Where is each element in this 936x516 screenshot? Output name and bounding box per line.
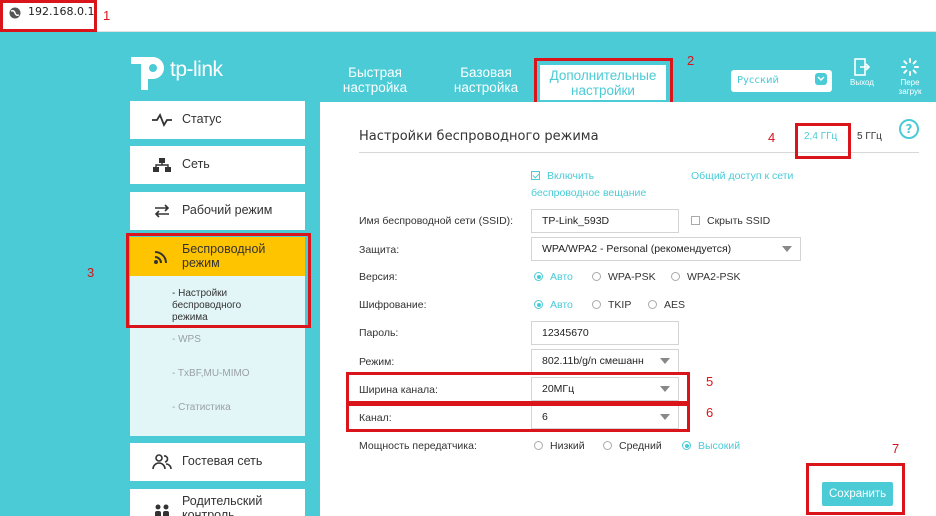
radio-selected-icon [534,300,543,309]
checkbox-checked-icon [531,171,540,180]
encryption-label: Шифрование: [359,299,427,311]
radio-empty-icon [648,300,657,309]
page-title: Настройки беспроводного режима [359,129,599,144]
highlight-box-1 [0,0,97,32]
mode-select[interactable]: 802.11b/g/n смешанн [531,349,679,373]
power-high-radio[interactable]: Высокий [682,440,740,452]
reboot-label: Пере загрук [898,78,922,96]
sidebar-item-label: Гостевая сеть [182,454,263,468]
help-icon[interactable]: ? [899,119,919,139]
highlight-box-4 [795,123,851,159]
annotation-5: 5 [706,374,714,389]
highlight-box-5 [346,372,690,404]
annotation-2: 2 [687,53,695,68]
radio-empty-icon [592,300,601,309]
annotation-6: 6 [706,405,714,420]
radio-selected-icon [534,272,543,281]
caret-down-icon [782,246,792,252]
family-icon [155,504,169,516]
logout-label: Выход [850,78,874,87]
tplink-logo: tp-link [128,50,238,90]
ssid-input[interactable]: TP-Link_593D [531,209,679,233]
chevron-down-icon [815,73,827,85]
radio-empty-icon [603,441,612,450]
version-wpa-psk-radio[interactable]: WPA-PSK [592,271,656,283]
sidebar-item-guest-network[interactable]: Гостевая сеть [130,443,305,481]
highlight-box-6 [346,403,690,432]
main-panel: Настройки беспроводного режима 2,4 ГГц 5… [320,102,936,516]
checkbox-empty-icon [691,216,700,225]
highlight-box-7 [806,463,905,515]
radio-selected-icon [682,441,691,450]
submenu-item-txbf[interactable]: - TxBF,MU-MIMO [172,368,250,379]
radio-empty-icon [534,441,543,450]
version-wpa2-psk-radio[interactable]: WPA2-PSK [671,271,740,283]
version-auto-radio[interactable]: Авто [534,271,573,283]
annotation-4: 4 [768,130,776,145]
pulse-icon [152,112,172,128]
sidebar-item-operation-mode[interactable]: Рабочий режим [130,192,305,230]
annotation-3: 3 [87,265,95,280]
caret-down-icon [660,358,670,364]
share-network-link[interactable]: Общий доступ к сети [691,170,793,182]
ssid-label: Имя беспроводной сети (SSID): [359,215,514,227]
reboot-icon [901,58,919,76]
language-value: Русский [737,75,779,86]
security-select[interactable]: WPA/WPA2 - Personal (рекомендуется) [531,237,801,261]
encryption-tkip-radio[interactable]: TKIP [592,299,631,311]
tab-quick-setup[interactable]: Быстрая настройка [336,65,414,95]
band-5ghz-tab[interactable]: 5 ГГц [857,131,882,142]
broadcast-label: беспроводное вещание [531,187,647,199]
tx-power-label: Мощность передатчика: [359,440,477,452]
sidebar-item-parental-control[interactable]: Родительский контроль [130,489,305,516]
encryption-auto-radio[interactable]: Авто [534,299,573,311]
annotation-7: 7 [892,441,900,456]
users-icon [152,454,172,470]
enable-checkbox[interactable]: Включить [531,170,594,182]
sidebar-item-network[interactable]: Сеть [130,146,305,184]
radio-empty-icon [671,272,680,281]
swap-icon [154,204,170,218]
tab-basic[interactable]: Базовая настройка [447,65,525,95]
radio-empty-icon [592,272,601,281]
address-bar[interactable]: 192.168.0.1 [0,0,936,32]
mode-label: Режим: [359,356,395,368]
logout-icon [854,58,871,76]
annotation-1: 1 [103,8,111,23]
password-input[interactable]: 12345670 [531,321,679,345]
highlight-box-3 [126,233,311,328]
security-label: Защита: [359,244,400,256]
encryption-aes-radio[interactable]: AES [648,299,685,311]
sidebar-item-label: Сеть [182,157,210,171]
reboot-button[interactable]: Пере загрук [892,58,928,96]
sidebar-item-label: Статус [182,112,222,126]
sidebar-item-status[interactable]: Статус [130,101,305,139]
tplink-logo-icon [131,57,164,90]
logout-button[interactable]: Выход [846,58,878,87]
power-low-radio[interactable]: Низкий [534,440,585,452]
brand-name: tp-link [170,58,223,81]
password-label: Пароль: [359,327,399,339]
submenu-item-wps[interactable]: - WPS [172,334,201,345]
sidebar-item-label: Родительский контроль [182,494,263,516]
sidebar-item-label: Рабочий режим [182,203,273,217]
hide-ssid-checkbox[interactable]: Скрыть SSID [691,215,770,227]
language-select[interactable]: Русский [731,70,832,92]
submenu-item-statistics[interactable]: - Статистика [172,402,231,413]
network-icon [153,158,171,172]
version-label: Версия: [359,271,398,283]
power-medium-radio[interactable]: Средний [603,440,662,452]
